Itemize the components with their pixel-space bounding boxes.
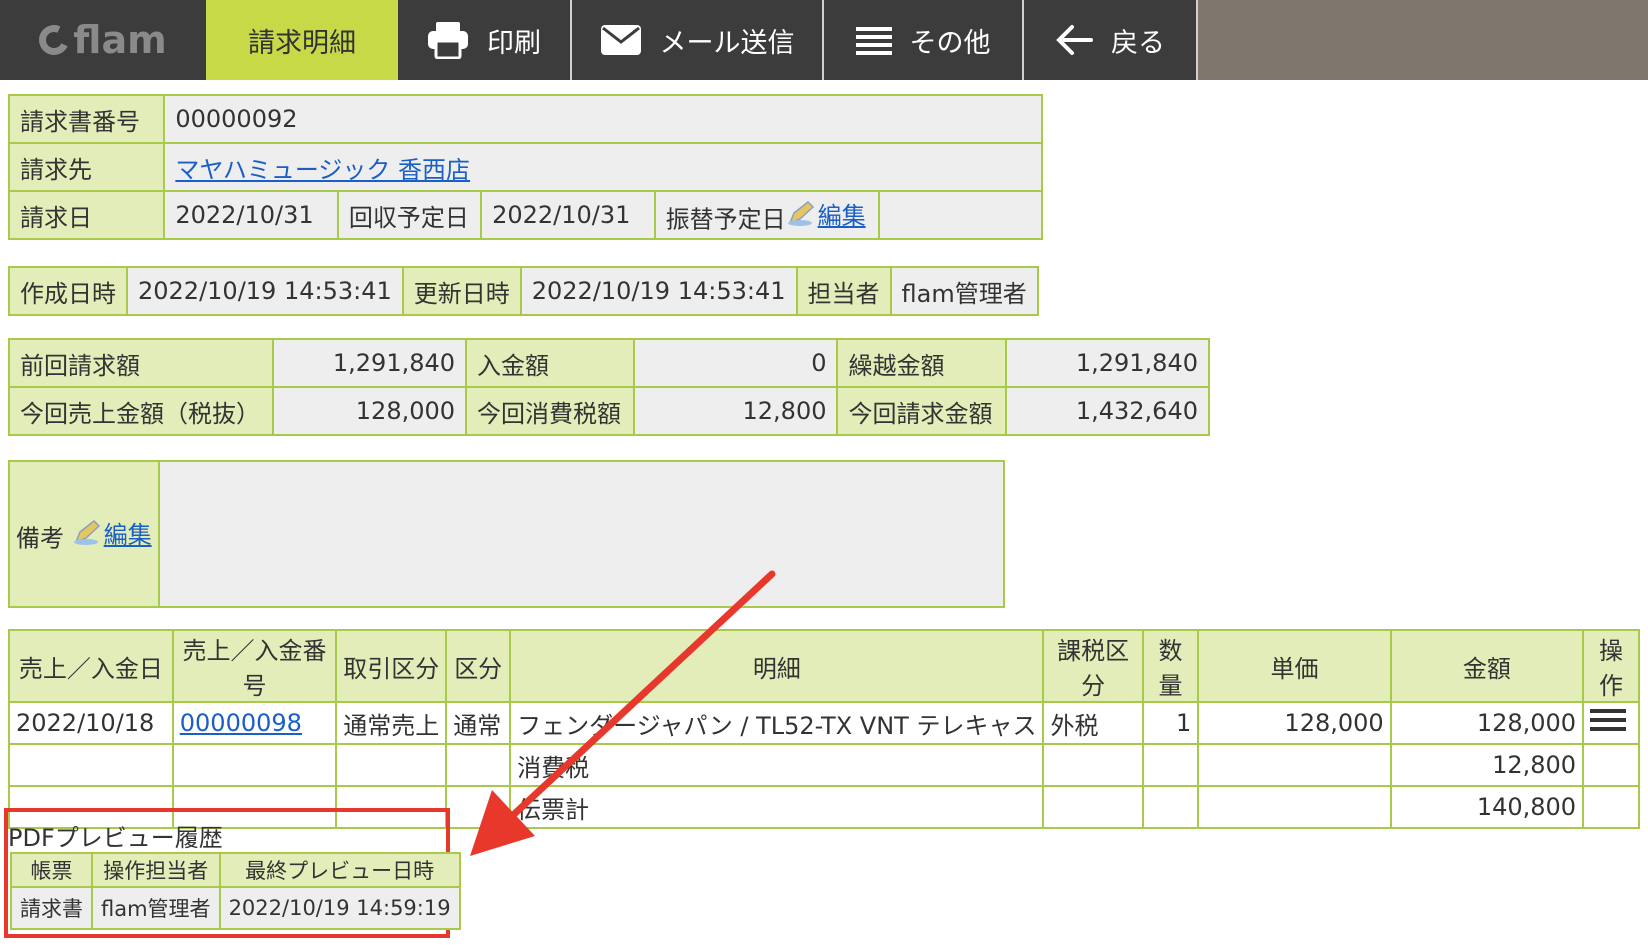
annotation-arrow-icon bbox=[470, 570, 776, 856]
